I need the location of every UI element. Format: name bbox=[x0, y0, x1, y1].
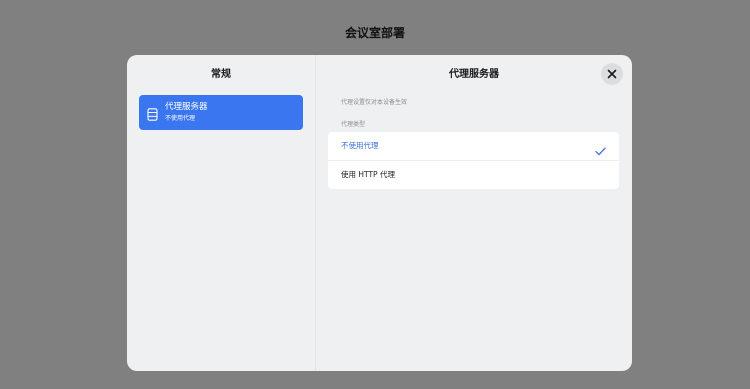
option-http-proxy[interactable]: 使用 HTTP 代理 bbox=[328, 161, 619, 189]
checkmark-icon bbox=[595, 141, 606, 160]
proxy-type-label: 代理类型 bbox=[341, 121, 366, 128]
option-label: 不使用代理 bbox=[341, 141, 379, 150]
close-icon bbox=[607, 69, 617, 79]
option-label: 使用 HTTP 代理 bbox=[341, 170, 395, 179]
settings-sidebar: 常规 代理服务器 不使用代理 bbox=[127, 55, 316, 371]
sidebar-item-sublabel: 不使用代理 bbox=[165, 115, 196, 122]
settings-dialog: 常规 代理服务器 不使用代理 代理服务器 代理设置仅对本设备生效 代理类型 不使… bbox=[127, 55, 632, 371]
proxy-type-options: 不使用代理 使用 HTTP 代理 bbox=[328, 132, 619, 189]
page-title: 会议室部署 bbox=[344, 26, 405, 40]
server-icon bbox=[147, 106, 158, 121]
proxy-note: 代理设置仅对本设备生效 bbox=[341, 99, 408, 106]
sidebar-item-label: 代理服务器 bbox=[165, 102, 208, 112]
panel-title: 代理服务器 bbox=[449, 69, 499, 80]
option-no-proxy[interactable]: 不使用代理 bbox=[328, 132, 619, 161]
sidebar-title: 常规 bbox=[211, 69, 231, 80]
sidebar-item-proxy-server[interactable]: 代理服务器 不使用代理 bbox=[139, 95, 303, 130]
close-button[interactable] bbox=[601, 63, 623, 85]
